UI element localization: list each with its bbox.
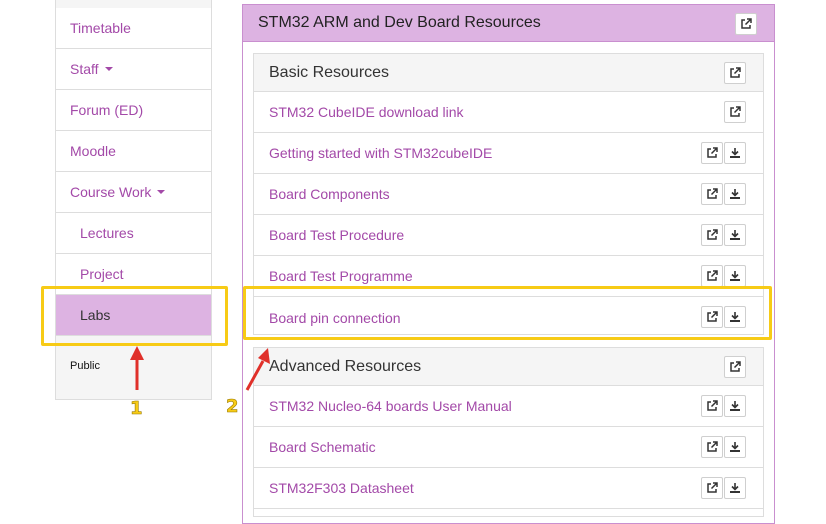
arrow-up-right-icon — [245, 348, 270, 391]
annotation-marker-1: 1 — [130, 398, 143, 420]
annotation-arrows — [130, 346, 270, 391]
annotation-marker-2: 2 — [226, 396, 239, 418]
arrow-up-icon — [130, 346, 144, 390]
